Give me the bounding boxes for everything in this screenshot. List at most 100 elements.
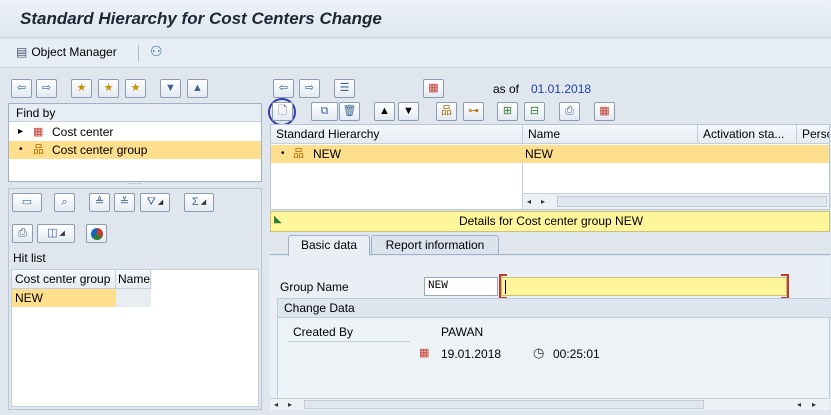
hit-list-cell-group[interactable]: NEW	[12, 289, 116, 307]
scroll-right-icon[interactable]: ▸	[541, 197, 545, 206]
add-favorite-button[interactable]: ★	[71, 79, 92, 98]
created-time: 00:25:01	[553, 347, 600, 361]
dropdown-arrow-icon: ◢	[59, 230, 65, 237]
group-name-label: Group Name	[280, 280, 349, 294]
arrow-left-icon: ⇦	[278, 82, 289, 94]
glasses-edit-icon[interactable]: ⚇	[150, 43, 163, 60]
find-button[interactable]: ⌕	[54, 193, 75, 212]
column-header-activation-status[interactable]: Activation sta...	[698, 125, 797, 144]
insert-cost-center-button[interactable]: ⊶	[463, 102, 484, 121]
scroll-left-icon[interactable]: ◂	[274, 400, 278, 409]
list-button[interactable]: ☰	[334, 79, 355, 98]
move-up-button[interactable]: ▲	[374, 102, 395, 121]
hierarchy-node-name: NEW	[525, 147, 553, 161]
back-arrow-button[interactable]: ⇦	[273, 79, 294, 98]
find-by-panel: ⇦ ⇨ ★ ★ ★ ▼ ▲ Find by ▸ ▦ Cost center • …	[8, 76, 262, 182]
collapse-button[interactable]: ▲	[187, 79, 208, 98]
cost-center-icon: ▦	[33, 126, 44, 138]
column-header-group[interactable]: Cost center group	[12, 270, 116, 289]
tree-item-cost-center[interactable]: ▸ ▦ Cost center	[9, 123, 261, 141]
details-horizontal-scrollbar[interactable]: ◂ ▸ ◂ ▸	[270, 398, 830, 410]
sort-descending-icon: ≚	[119, 196, 130, 208]
scroll-left-icon[interactable]: ◂	[797, 400, 801, 409]
filter-button[interactable]: ⛛ ◢	[140, 193, 170, 212]
expand-down-icon: ▼	[165, 82, 176, 94]
focus-bracket-right	[781, 274, 789, 299]
toolbar-separator	[138, 45, 139, 61]
created-date: 19.01.2018	[441, 347, 502, 361]
hierarchy-branch-icon: ⊶	[468, 105, 479, 117]
favorites-button[interactable]: ★	[98, 79, 119, 98]
arrow-right-icon: ⇨	[41, 82, 52, 94]
forward-arrow-button[interactable]: ⇨	[36, 79, 57, 98]
print-button[interactable]: ⎙	[12, 224, 33, 243]
column-header-standard-hierarchy[interactable]: Standard Hierarchy	[271, 125, 523, 144]
scroll-right-icon[interactable]: ▸	[812, 400, 816, 409]
print-button[interactable]: ⎙	[559, 102, 580, 121]
printer-icon: ⎙	[565, 105, 574, 117]
triangle-down-icon: ▼	[403, 105, 414, 117]
collapse-subtree-button[interactable]: ⊟	[524, 102, 545, 121]
scrollbar-thumb[interactable]	[557, 196, 827, 207]
find-icon: ⌕	[61, 196, 68, 208]
delete-button[interactable]: 🗑	[339, 102, 360, 121]
triangle-up-icon: ▲	[379, 105, 390, 117]
filter-icon: ⛛	[146, 196, 156, 208]
hit-list-label: Hit list	[13, 251, 46, 265]
scroll-left-icon[interactable]: ◂	[527, 197, 531, 206]
back-arrow-button[interactable]: ⇦	[11, 79, 32, 98]
hierarchy-icon: 品	[33, 144, 44, 156]
group-name-field[interactable]: NEW	[424, 277, 498, 296]
forward-arrow-button[interactable]: ⇨	[299, 79, 320, 98]
blank-document-icon: 🗋	[278, 105, 287, 117]
expand-subtree-button[interactable]: ⊞	[497, 102, 518, 121]
tab-report-information[interactable]: Report information	[371, 235, 499, 255]
star-plus-icon: ★	[76, 82, 87, 94]
change-data-group: Change Data Created By PAWAN ▦ 19.01.201…	[277, 298, 831, 410]
hit-list-cell-name[interactable]	[116, 289, 151, 307]
scroll-right-icon[interactable]: ▸	[288, 400, 292, 409]
scrollbar-thumb[interactable]	[304, 400, 704, 409]
pie-chart-icon	[90, 227, 103, 240]
views-button[interactable]: ◫ ◢	[37, 224, 75, 243]
report-button[interactable]: ▦	[594, 102, 615, 121]
as-of-date[interactable]: 01.01.2018	[531, 82, 591, 96]
page-title: Standard Hierarchy for Cost Centers Chan…	[20, 9, 382, 28]
hierarchy-row[interactable]: • 品 NEW NEW	[271, 145, 829, 163]
move-down-button[interactable]: ▼	[398, 102, 419, 121]
column-header-name[interactable]: Name	[116, 270, 151, 289]
column-header-name[interactable]: Name	[523, 125, 698, 144]
details-header-text: Details for Cost center group NEW	[458, 214, 644, 228]
tab-strip: Basic data Report information	[270, 233, 830, 256]
tree-item-cost-center-group[interactable]: • 品 Cost center group	[9, 141, 261, 159]
group-description-input[interactable]	[501, 277, 787, 296]
tree-item-label: Cost center	[52, 125, 114, 139]
sort-descending-button[interactable]: ≚	[114, 193, 135, 212]
delete-favorite-button[interactable]: ★	[125, 79, 146, 98]
copy-button[interactable]: ⧉	[311, 102, 338, 121]
leaf-bullet-icon: •	[19, 144, 23, 155]
total-button[interactable]: Σ ◢	[184, 193, 214, 212]
sort-ascending-button[interactable]: ≜	[89, 193, 110, 212]
column-header-person[interactable]: Perso	[797, 125, 829, 144]
horizontal-scrollbar[interactable]: ◂ ▸	[523, 193, 829, 209]
hierarchy-add-icon: 品	[441, 105, 452, 117]
expand-button[interactable]: ▼	[160, 79, 181, 98]
collapse-up-icon: ▲	[192, 82, 203, 94]
object-manager-icon: ▤	[16, 45, 28, 59]
collapse-subtree-icon: ⊟	[529, 105, 540, 117]
graphic-button[interactable]	[86, 224, 107, 243]
dropdown-arrow-icon: ◢	[200, 199, 207, 206]
sum-icon: Σ	[191, 196, 199, 208]
tab-basic-data[interactable]: Basic data	[288, 235, 370, 256]
trash-icon: 🗑	[342, 105, 357, 117]
hit-list-panel: ▭ ⌕ ≜ ≚ ⛛ ◢ Σ ◢ ⎙ ◫ ◢ Hit list Cost center …	[8, 188, 262, 410]
dropdown-arrow-icon: ◢	[157, 199, 164, 206]
key-date-button[interactable]: ▦	[423, 79, 444, 98]
object-manager-button[interactable]: ▤ Object Manager	[16, 45, 117, 59]
title-bar: Standard Hierarchy for Cost Centers Chan…	[0, 0, 831, 38]
details-button[interactable]: ▭	[12, 193, 42, 212]
expand-triangle-icon[interactable]: ▸	[18, 123, 23, 141]
create-button[interactable]: 🗋	[272, 102, 293, 121]
insert-group-button[interactable]: 品	[436, 102, 457, 121]
